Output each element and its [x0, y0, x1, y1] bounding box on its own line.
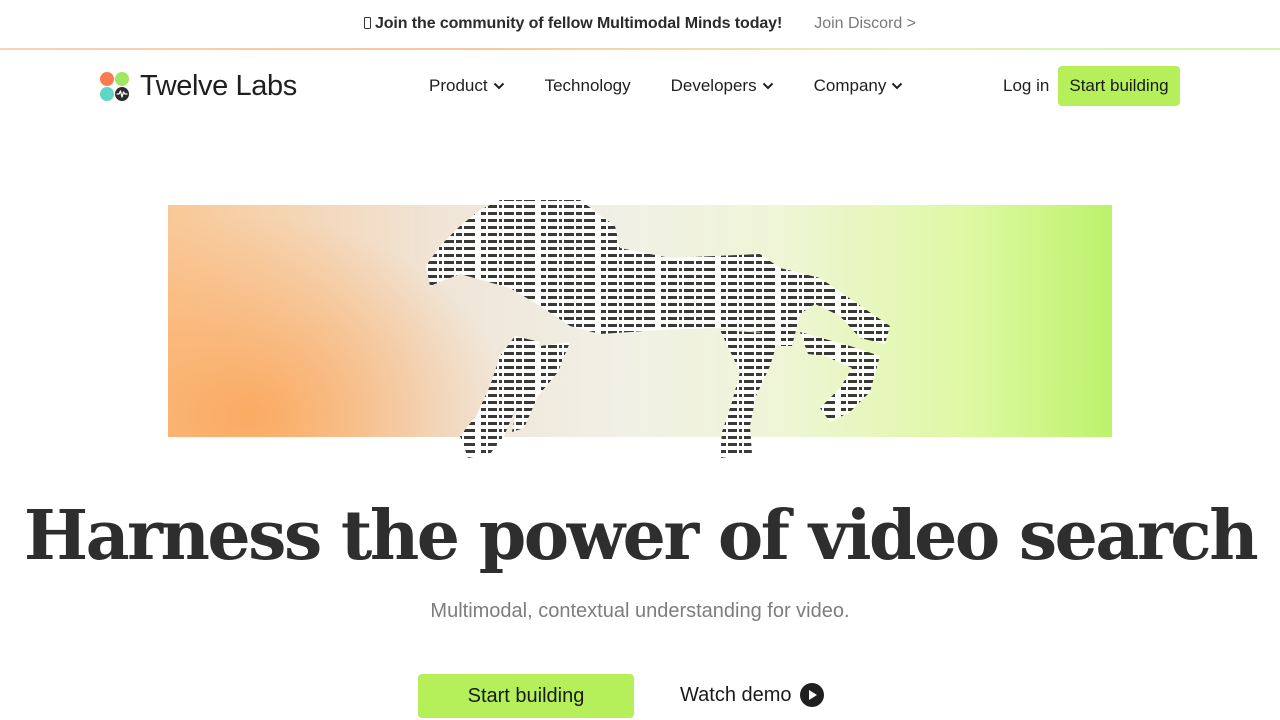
- watch-demo-button[interactable]: Watch demo: [680, 683, 824, 707]
- nav-product[interactable]: Product: [429, 76, 505, 96]
- nav-product-label: Product: [429, 76, 488, 95]
- start-building-hero-button[interactable]: Start building: [418, 674, 634, 718]
- chevron-down-icon: [493, 82, 504, 90]
- login-link[interactable]: Log in: [1003, 76, 1049, 96]
- nav-technology[interactable]: Technology: [545, 76, 631, 96]
- chevron-down-icon: [762, 82, 773, 90]
- announcement-text: Join the community of fellow Multimodal …: [363, 15, 782, 33]
- start-building-header-button[interactable]: Start building: [1058, 66, 1180, 106]
- logo-mark-icon: [100, 71, 130, 102]
- nav-technology-label: Technology: [544, 76, 631, 95]
- hero-subtitle: Multimodal, contextual understanding for…: [430, 600, 850, 622]
- phone-icon: [363, 17, 371, 29]
- nav-developers[interactable]: Developers: [671, 76, 774, 96]
- announcement-bar: Join the community of fellow Multimodal …: [0, 0, 1280, 48]
- chevron-down-icon: [892, 82, 903, 90]
- watch-demo-label: Watch demo: [680, 683, 792, 706]
- nav-company-label: Company: [813, 76, 887, 95]
- nav-company[interactable]: Company: [814, 76, 904, 96]
- join-discord-link[interactable]: Join Discord >: [814, 15, 916, 33]
- play-icon: [799, 683, 824, 707]
- nav-developers-label: Developers: [670, 76, 757, 95]
- brand-logo[interactable]: Twelve Labs: [100, 70, 297, 103]
- site-header: Twelve Labs Product Technology Developer…: [0, 50, 1280, 122]
- main-nav: Product Technology Developers Company: [429, 76, 943, 96]
- hero-number-figure-illustration: [426, 200, 890, 458]
- brand-name: Twelve Labs: [140, 70, 297, 102]
- hero-title: Harness the power of video search: [23, 496, 1259, 576]
